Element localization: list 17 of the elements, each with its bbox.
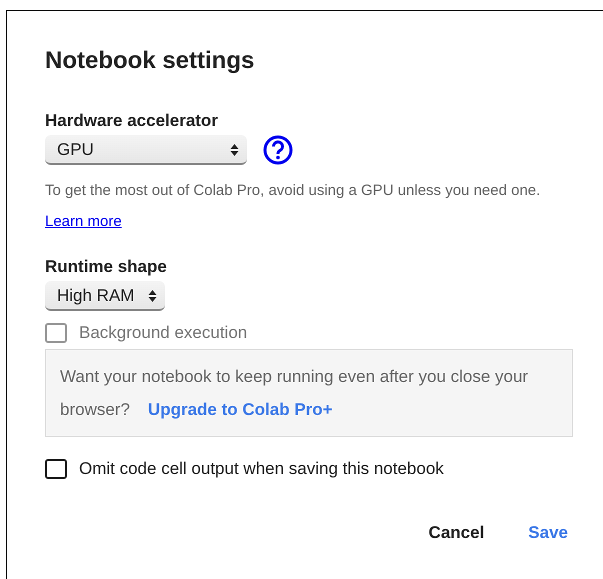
field-label: Runtime shape [45, 257, 168, 277]
checkbox-label: Background execution [79, 323, 248, 343]
learn-more-link[interactable]: Learn more [45, 213, 122, 230]
field-label: Hardware accelerator [45, 111, 219, 131]
checkbox[interactable] [45, 459, 67, 479]
dialog-title: Notebook settings [45, 47, 256, 75]
cancel-button[interactable]: Cancel [428, 519, 484, 547]
accelerator-select[interactable]: GPU [45, 135, 247, 165]
checkbox-label: Omit code cell output when saving this notebook [79, 459, 444, 479]
help-icon[interactable] [263, 135, 293, 165]
notice-text: Want your notebook to keep running even after you close your browser? Upgrade to Colab Pro+ [60, 366, 530, 421]
runtime-shape-select[interactable]: High RAM [45, 281, 166, 311]
stepper-icon [148, 288, 158, 302]
help-text: To get the most out of Colab Pro, avoid using a GPU unless you need one. Learn more [45, 181, 542, 232]
save-button[interactable]: Save [528, 519, 568, 547]
upgrade-link[interactable]: Upgrade to Colab Pro+ [148, 400, 333, 419]
stepper-icon [230, 142, 239, 156]
